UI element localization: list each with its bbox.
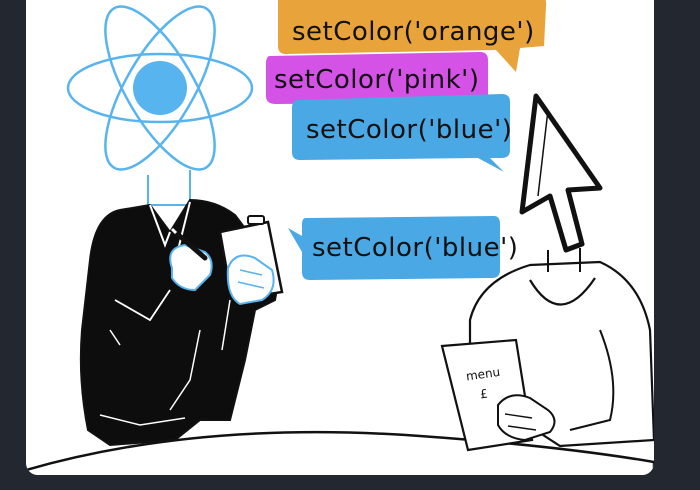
bubble-orange-text: setColor('orange') [292, 17, 535, 47]
waiter-figure [79, 170, 284, 447]
speech-bubble-blue: setColor('blue') [292, 94, 512, 172]
bubble-blue-text: setColor('blue') [306, 115, 512, 145]
bubble-waiter-blue-text: setColor('blue') [312, 233, 518, 263]
cursor-arrow-icon [519, 93, 603, 253]
bubble-pink-text: setColor('pink') [274, 65, 479, 95]
illustration-panel: menu £ setColor('orange') setColor('pink… [26, 0, 654, 475]
diner-figure: menu £ [440, 248, 654, 452]
speech-bubble-waiter-blue: setColor('blue') [288, 216, 518, 280]
restaurant-illustration: menu £ setColor('orange') setColor('pink… [26, 0, 654, 475]
react-atom-icon [66, 5, 254, 171]
